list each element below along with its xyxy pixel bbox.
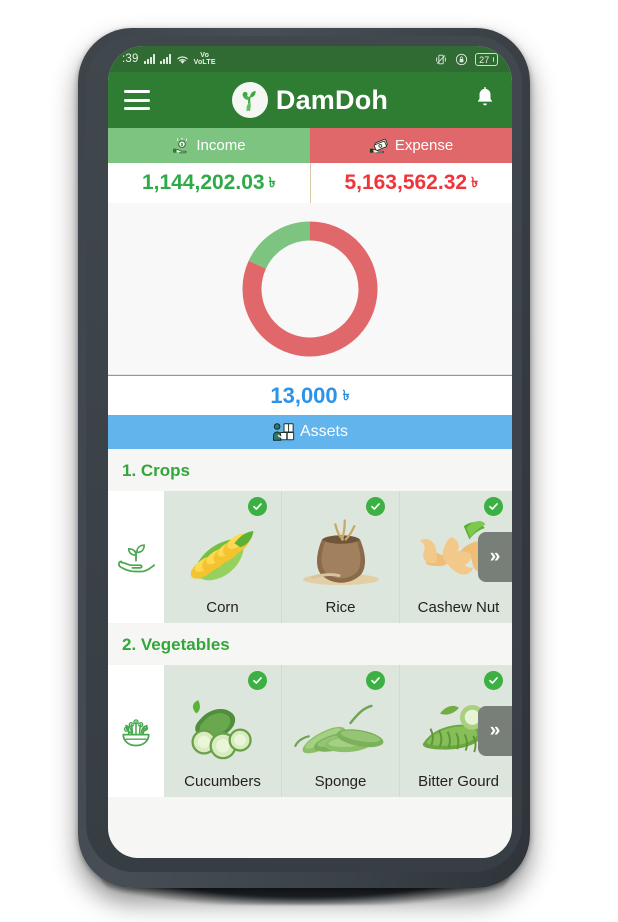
damdoh-plant-logo-icon (231, 82, 268, 118)
expense-amount-value: 5,163,562.32 (344, 171, 468, 194)
category-icon-column[interactable] (108, 665, 164, 797)
category-item[interactable]: Rice (282, 491, 400, 623)
category-items-strip[interactable]: Corn Rice Cashew Nut » (164, 491, 512, 623)
hand-coin-icon: $ (173, 137, 188, 153)
cucumber-image (190, 700, 252, 760)
app-title: DamDoh (275, 84, 389, 115)
signal-bars-icon (143, 54, 155, 64)
sponge-gourd-image (293, 704, 383, 754)
income-tab[interactable]: $ Income (108, 128, 310, 163)
donut-chart-svg (242, 221, 378, 356)
category-item-thumbnail (293, 511, 389, 587)
income-tab-label: Income (196, 137, 246, 154)
balance-value: 13,000 (270, 382, 338, 408)
hand-cash-icon (369, 138, 388, 153)
category-item-label: Sponge (314, 773, 367, 790)
category-row: Corn Rice Cashew Nut » (108, 491, 512, 623)
check-circle-icon[interactable] (484, 497, 503, 516)
category-item-label: Cucumbers (184, 773, 261, 790)
expense-tab-label: Expense (394, 137, 454, 154)
assets-boxes-person-icon (272, 423, 295, 441)
category-item[interactable]: Corn (164, 491, 282, 623)
check-circle-icon[interactable] (366, 671, 385, 690)
brand: DamDoh (108, 82, 512, 118)
chevron-double-right-icon[interactable]: » (478, 706, 512, 756)
phone-screen: :39 Vo VoLTE 27 DamDoh $ Income Expense … (108, 46, 512, 858)
status-time: :39 (122, 53, 139, 65)
income-amount-value: 1,144,202.03 (141, 171, 265, 194)
income-expense-tabs: $ Income Expense (108, 128, 512, 163)
balance-row: 13,000 ৳ (108, 375, 512, 415)
expense-tab[interactable]: Expense (310, 128, 512, 163)
wifi-icon (176, 55, 188, 64)
category-item-label: Rice (325, 599, 356, 616)
vibrate-icon (436, 54, 446, 64)
category-item-thumbnail (175, 511, 271, 587)
category-title: 2. Vegetables (108, 623, 512, 665)
currency-symbol: ৳ (342, 386, 350, 403)
category-item-label: Corn (206, 599, 239, 616)
corn-image (190, 530, 253, 581)
category-title: 1. Crops (108, 449, 512, 491)
rice-sack-image (302, 519, 379, 586)
chevron-double-right-icon[interactable]: » (478, 532, 512, 582)
salad-bowl-icon (122, 719, 150, 747)
battery-icon: 27 (475, 52, 498, 66)
income-amount: 1,144,202.03 ৳ (108, 163, 311, 203)
hamburger-menu-icon[interactable] (124, 90, 150, 110)
signal-bars-icon-2 (159, 54, 171, 64)
bell-icon[interactable] (474, 86, 496, 115)
income-expense-donut-chart (108, 203, 512, 375)
check-circle-icon[interactable] (248, 497, 267, 516)
volte-icon: Vo VoLTE (193, 52, 216, 66)
app-bar: DamDoh (108, 72, 512, 128)
category-item-label: Cashew Nut (417, 599, 500, 616)
category-item[interactable]: Sponge (282, 665, 400, 797)
category-item[interactable]: Cucumbers (164, 665, 282, 797)
currency-symbol: ৳ (268, 174, 276, 190)
currency-symbol: ৳ (471, 174, 479, 190)
categories-list: 1. Crops Corn Rice Cashew Nut » 2. Vegetables… (108, 449, 512, 797)
category-items-strip[interactable]: Cucumbers Sponge Bitter Gourd » (164, 665, 512, 797)
category-row: Cucumbers Sponge Bitter Gourd » (108, 665, 512, 797)
income-expense-values: 1,144,202.03 ৳ 5,163,562.32 ৳ (108, 163, 512, 203)
assets-button[interactable]: Assets (108, 415, 512, 449)
category-item-thumbnail (175, 685, 271, 761)
category-icon-column[interactable] (108, 491, 164, 623)
status-bar: :39 Vo VoLTE 27 (108, 46, 512, 72)
category-item-label: Bitter Gourd (418, 773, 499, 790)
category-item-thumbnail (293, 685, 389, 761)
check-circle-icon[interactable] (484, 671, 503, 690)
check-circle-icon[interactable] (248, 671, 267, 690)
hand-sprout-icon (118, 544, 156, 573)
expense-amount: 5,163,562.32 ৳ (311, 163, 513, 203)
assets-label: Assets (299, 423, 348, 440)
donut-slice-income (248, 221, 311, 269)
check-circle-icon[interactable] (366, 497, 385, 516)
screen-lock-icon (455, 53, 468, 65)
